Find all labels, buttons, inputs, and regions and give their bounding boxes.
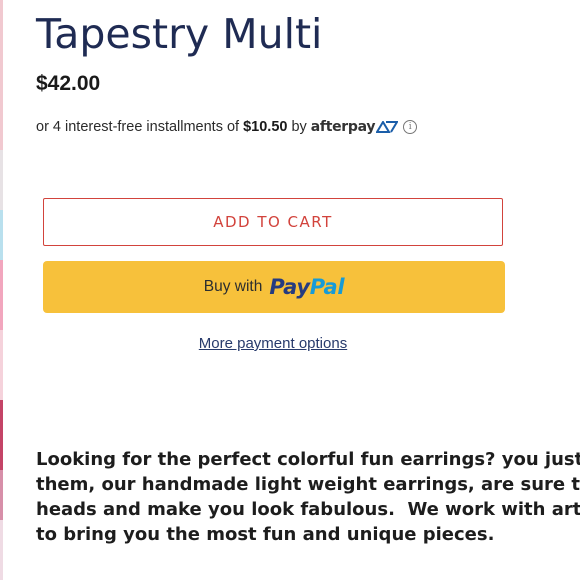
afterpay-prefix: or 4 interest-free installments of (36, 119, 240, 135)
add-to-cart-button[interactable]: ADD TO CART (43, 198, 503, 246)
afterpay-arrows-icon (376, 121, 399, 133)
afterpay-amount: $10.50 (243, 119, 288, 135)
afterpay-logo-text: afterpay (310, 119, 376, 135)
afterpay-logo: afterpay (310, 117, 399, 137)
more-payment-options-link[interactable]: More payment options (0, 335, 546, 352)
description-line: heads and make you look fabulous. We wor… (36, 499, 580, 520)
description-line: them, our handmade light weight earrings… (36, 474, 580, 495)
afterpay-installments: or 4 interest-free installments of $10.5… (36, 117, 418, 137)
paypal-logo: PayPal (269, 275, 344, 299)
paypal-logo-pay: Pay (269, 275, 310, 299)
product-price: $42.00 (36, 72, 101, 95)
description-line: Looking for the perfect colorful fun ear… (36, 449, 580, 470)
paypal-button-label: Buy with (203, 278, 263, 295)
description-line: to bring you the most fun and unique pie… (36, 524, 495, 545)
paypal-logo-pal: Pal (309, 275, 345, 299)
product-title: Tapestry Multi (36, 10, 323, 58)
paypal-checkout-button[interactable]: Buy with PayPal (43, 261, 505, 313)
product-image-edge (0, 0, 3, 580)
info-icon[interactable]: i (403, 120, 418, 134)
product-description: Looking for the perfect colorful fun ear… (36, 447, 580, 547)
afterpay-by: by (291, 119, 307, 135)
